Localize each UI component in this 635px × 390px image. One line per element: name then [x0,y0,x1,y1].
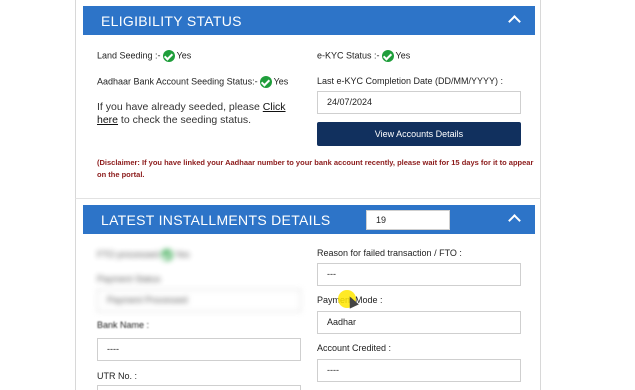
aadhaar-seeding-value: Yes [273,76,289,87]
bank-name-field[interactable]: ---- [97,338,301,361]
payment-status-field[interactable]: Payment Processed [97,289,301,312]
fto-processed-label: FTO processed [97,249,159,260]
installments-title: LATEST INSTALLMENTS DETAILS [101,212,331,228]
check-circle-icon [381,50,394,62]
eligibility-header[interactable]: ELIGIBILITY STATUS [83,6,535,35]
utr-label: UTR No. : [97,371,138,381]
eligibility-title: ELIGIBILITY STATUS [101,13,242,29]
reason-failed-label: Reason for failed transaction / FTO : [317,248,462,258]
installment-number-input[interactable]: 19 [366,210,450,230]
account-credited-label: Account Credited : [317,343,392,353]
chevron-up-icon[interactable] [508,15,521,28]
chevron-up-icon[interactable] [508,214,521,227]
payment-mode-field[interactable]: Aadhar [317,311,521,334]
bank-name-label: Bank Name : [97,320,150,330]
ekyc-status-label: e-KYC Status :- [317,50,380,61]
last-ekyc-label: Last e-KYC Completion Date (DD/MM/YYYY) … [317,76,504,86]
view-accounts-details-button[interactable]: View Accounts Details [317,122,521,146]
check-circle-icon [160,249,173,261]
payment-status-label: Payment Status [97,274,161,284]
seeding-info-prefix: If you have already seeded, please [97,101,263,113]
ekyc-status-row: e-KYC Status :- Yes [317,50,410,62]
land-seeding-row: Land Seeding :- Yes [97,50,191,62]
reason-failed-field[interactable]: --- [317,263,521,286]
last-ekyc-date-field[interactable]: 24/07/2024 [317,91,521,114]
aadhaar-seeding-label: Aadhaar Bank Account Seeding Status:- [97,76,258,87]
check-circle-icon [162,50,175,62]
seeding-info-text: If you have already seeded, please Click… [97,101,307,127]
land-seeding-value: Yes [176,50,192,61]
land-seeding-label: Land Seeding :- [97,50,161,61]
aadhaar-seeding-row: Aadhaar Bank Account Seeding Status:- Yes [97,76,288,88]
seeding-info-suffix: to check the seeding status. [118,114,252,126]
utr-field[interactable] [97,385,301,390]
installments-header[interactable]: LATEST INSTALLMENTS DETAILS [83,205,535,234]
check-circle-icon [259,76,272,88]
disclaimer-text: (Disclaimer: If you have linked your Aad… [97,158,534,179]
fto-processed-value: Yes [174,249,190,260]
account-credited-field[interactable]: ---- [317,359,521,382]
ekyc-status-value: Yes [395,50,411,61]
fto-processed-row: FTO processed Yes [97,249,190,261]
